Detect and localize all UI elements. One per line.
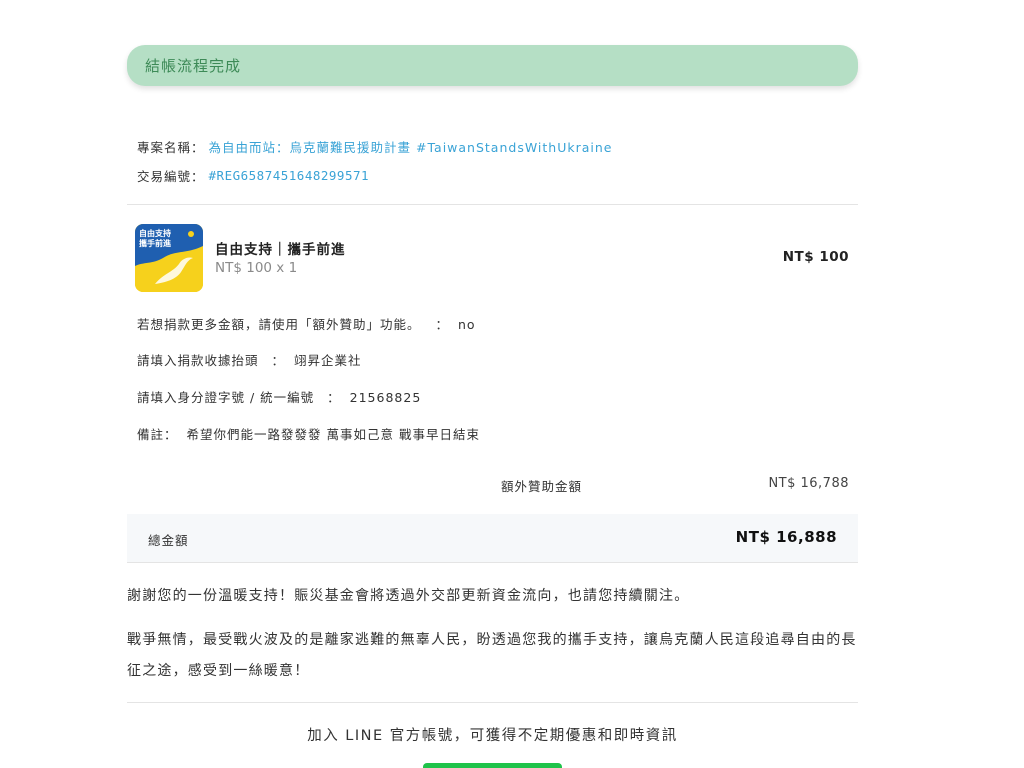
extra-donation-label: 額外贊助金額 — [501, 479, 583, 494]
total-row: 總金額 NT$ 16,888 — [127, 514, 858, 563]
transaction-id-label: 交易編號： — [137, 169, 205, 184]
checkout-complete-page: 結帳流程完成 專案名稱： 為自由而站：烏克蘭難民援助計畫 #TaiwanStan… — [0, 0, 1024, 768]
war-message-paragraph: 戰爭無情，最受戰火波及的是離家逃難的無辜人民，盼透過您我的攜手支持，讓烏克蘭人民… — [127, 632, 857, 679]
total-value: NT$ 16,888 — [735, 528, 837, 546]
checkout-complete-banner: 結帳流程完成 — [127, 45, 858, 86]
project-name-link[interactable]: 為自由而站：烏克蘭難民援助計畫 #TaiwanStandsWithUkraine — [209, 137, 613, 156]
answer-text: 翊昇企業社 — [294, 353, 362, 368]
question-text: 請填入捐款收據抬頭 — [137, 353, 259, 368]
thumb-text-line2: 攜手前進 — [139, 238, 171, 248]
answer-text: no — [458, 317, 476, 332]
product-logo-icon: 自由支持 攜手前進 — [135, 224, 203, 292]
answer-text: 21568825 — [349, 390, 422, 405]
project-name-label: 專案名稱： — [137, 140, 205, 155]
project-name-row: 專案名稱： 為自由而站：烏克蘭難民援助計畫 #TaiwanStandsWithU… — [137, 137, 613, 156]
extra-donation-value: NT$ 16,788 — [768, 476, 849, 491]
transaction-id-row: 交易編號： #REG6587451648299571 — [137, 166, 369, 185]
thumb-text-line1: 自由支持 — [139, 228, 171, 238]
total-label: 總金額 — [148, 533, 189, 548]
product-unit-price: NT$ 100 x 1 — [215, 260, 298, 276]
product-thumbnail: 自由支持 攜手前進 — [135, 224, 203, 292]
divider — [127, 204, 858, 205]
question-text: 若想捐款更多金額，請使用「額外贊助」功能。 — [137, 317, 421, 332]
answer-note: 備註： 希望你們能一路發發發 萬事如己意 戰事早日結束 — [137, 424, 480, 443]
question-text: 備註： — [137, 427, 178, 442]
thanks-paragraph: 謝謝您的一份溫暖支持！賑災基金會將透過外交部更新資金流向，也請您持續關注。 — [127, 588, 690, 604]
transaction-id-value: #REG6587451648299571 — [208, 168, 370, 183]
answer-id-number: 請填入身分證字號 / 統一編號 ： 21568825 — [137, 390, 422, 405]
line-add-friend-button[interactable] — [423, 763, 562, 768]
line-official-account-cta: 加入 LINE 官方帳號，可獲得不定期優惠和即時資訊 — [307, 728, 678, 744]
divider — [127, 702, 858, 703]
product-line-total: NT$ 100 — [782, 249, 849, 265]
banner-text: 結帳流程完成 — [145, 57, 242, 75]
answer-receipt-title: 請填入捐款收據抬頭 ： 翊昇企業社 — [137, 353, 362, 368]
answer-text: 希望你們能一路發發發 萬事如己意 戰事早日結束 — [186, 427, 480, 442]
question-text: 請填入身分證字號 / 統一編號 — [137, 390, 315, 405]
product-title: 自由支持｜攜手前進 — [215, 242, 346, 258]
answer-extra-donation: 若想捐款更多金額，請使用「額外贊助」功能。 ： no — [137, 317, 476, 332]
